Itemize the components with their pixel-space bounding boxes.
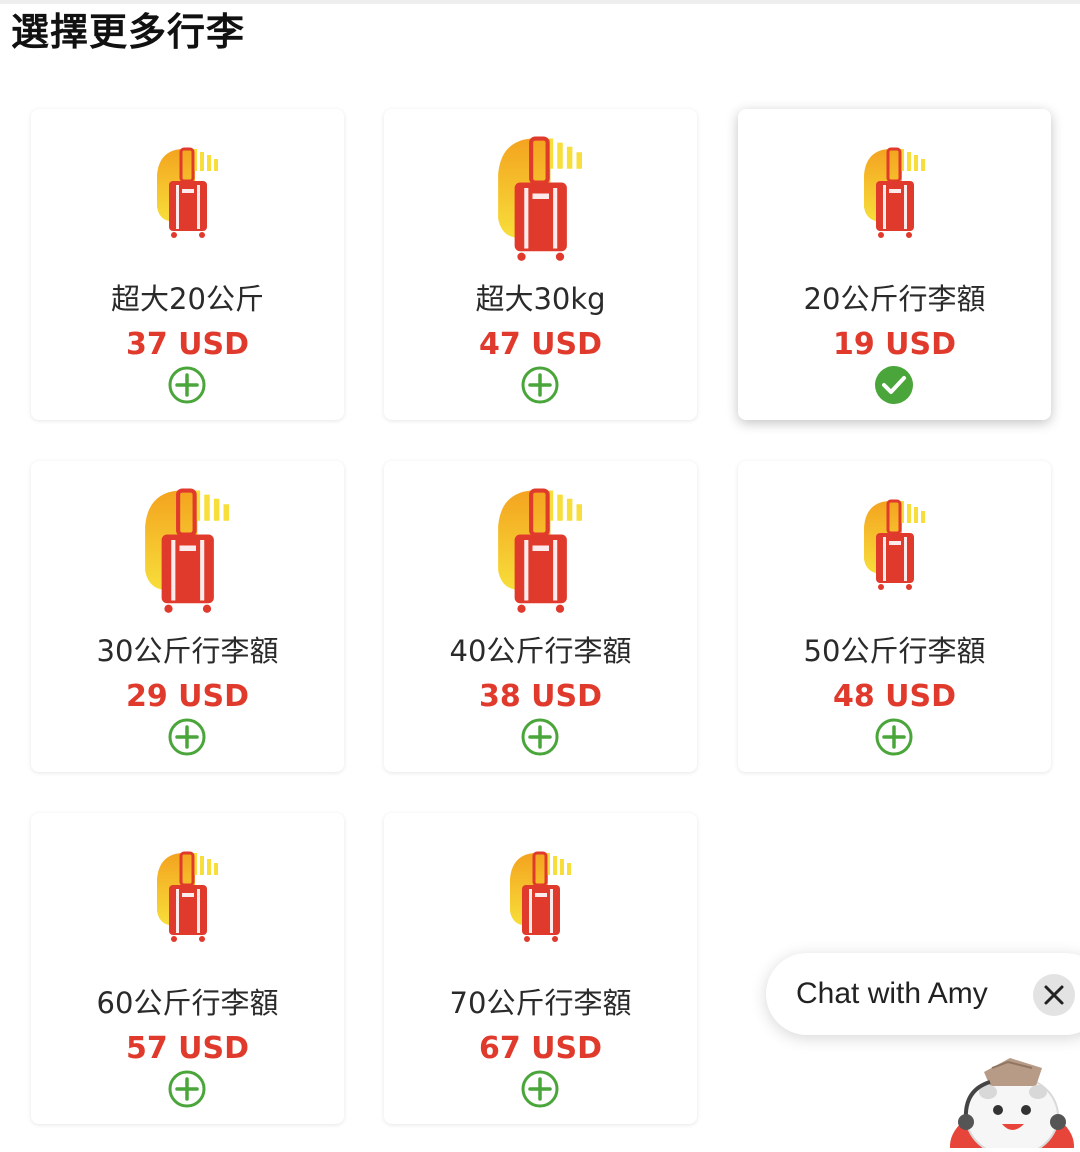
baggage-option-card[interactable]: 30公斤行李額 29 USD <box>31 461 344 772</box>
baggage-option-price: 29 USD <box>125 679 250 714</box>
baggage-option-card[interactable]: 20公斤行李額 19 USD <box>738 109 1051 420</box>
baggage-option-label: 40公斤行李額 <box>449 634 632 668</box>
baggage-option-card[interactable]: 60公斤行李額 57 USD <box>31 813 344 1124</box>
chat-widget[interactable]: Chat with Amy <box>766 953 1080 1035</box>
baggage-option-card[interactable]: 超大20公斤 37 USD <box>31 109 344 420</box>
close-icon[interactable] <box>1033 974 1075 1016</box>
baggage-option-card[interactable]: 70公斤行李額 67 USD <box>384 813 697 1124</box>
suitcase-icon <box>862 145 932 245</box>
add-circle-icon[interactable] <box>874 717 914 757</box>
suitcase-icon <box>155 145 225 245</box>
add-circle-icon[interactable] <box>167 717 207 757</box>
suitcase-icon <box>495 133 592 269</box>
check-circle-icon[interactable] <box>874 365 914 405</box>
baggage-option-label: 30公斤行李額 <box>96 634 279 668</box>
baggage-option-price: 48 USD <box>832 679 957 714</box>
baggage-option-label: 20公斤行李額 <box>803 282 986 316</box>
top-divider <box>0 0 1080 4</box>
suitcase-icon <box>142 485 239 621</box>
baggage-option-label: 超大20公斤 <box>111 282 264 316</box>
add-circle-icon[interactable] <box>520 365 560 405</box>
suitcase-icon <box>508 849 578 949</box>
baggage-option-price: 57 USD <box>125 1031 250 1066</box>
baggage-option-card[interactable]: 超大30kg 47 USD <box>384 109 697 420</box>
add-circle-icon[interactable] <box>520 1069 560 1109</box>
add-circle-icon[interactable] <box>520 717 560 757</box>
suitcase-icon <box>155 849 225 949</box>
baggage-option-price: 19 USD <box>832 327 957 362</box>
section-title: 選擇更多行李 <box>11 10 246 54</box>
baggage-option-card[interactable]: 50公斤行李額 48 USD <box>738 461 1051 772</box>
baggage-option-label: 超大30kg <box>475 282 606 316</box>
add-circle-icon[interactable] <box>167 1069 207 1109</box>
baggage-option-price: 67 USD <box>478 1031 603 1066</box>
baggage-option-price: 37 USD <box>125 327 250 362</box>
baggage-option-label: 60公斤行李額 <box>96 986 279 1020</box>
chat-label[interactable]: Chat with Amy <box>796 953 988 1035</box>
baggage-option-price: 47 USD <box>478 327 603 362</box>
baggage-option-card[interactable]: 40公斤行李額 38 USD <box>384 461 697 772</box>
chatbot-mascot-icon[interactable] <box>940 1050 1080 1152</box>
suitcase-icon <box>495 485 592 621</box>
baggage-option-label: 70公斤行李額 <box>449 986 632 1020</box>
suitcase-icon <box>862 497 932 597</box>
baggage-option-price: 38 USD <box>478 679 603 714</box>
baggage-option-label: 50公斤行李額 <box>803 634 986 668</box>
add-circle-icon[interactable] <box>167 365 207 405</box>
